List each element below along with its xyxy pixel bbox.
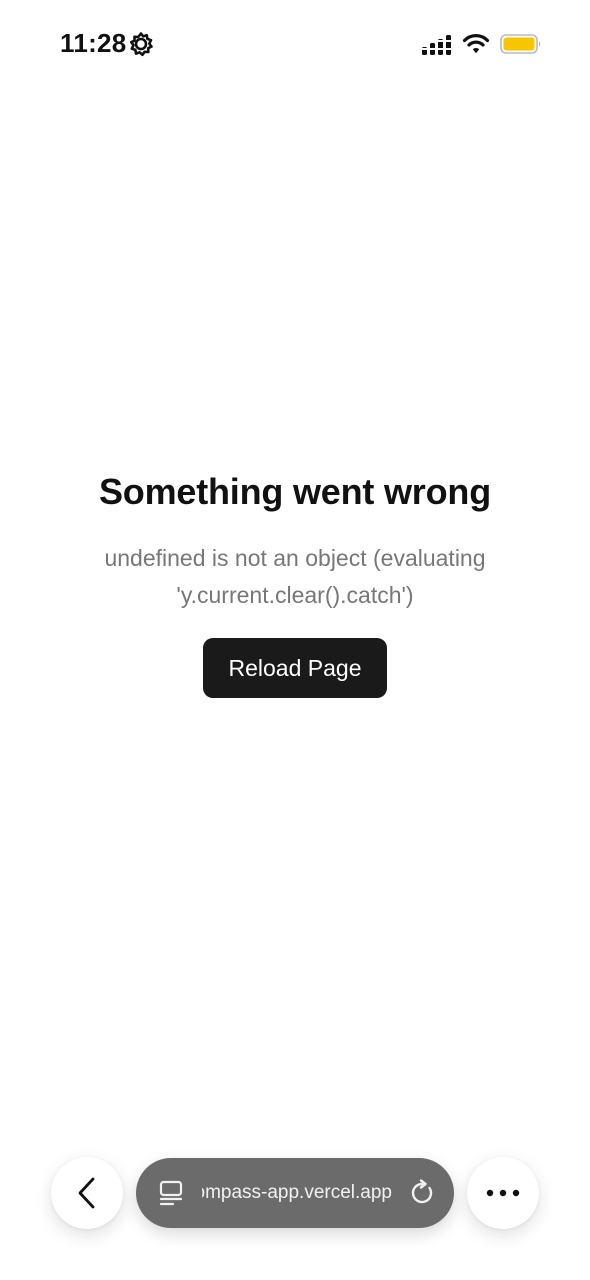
reload-icon[interactable] bbox=[408, 1179, 436, 1207]
screen: 11:28 Something went wrong undefined is … bbox=[0, 0, 590, 1280]
battery-icon bbox=[500, 34, 541, 54]
url-value: compass-app.vercel.app bbox=[202, 1182, 392, 1203]
more-button[interactable] bbox=[467, 1157, 539, 1229]
address-bar[interactable]: compass-app.vercel.app bbox=[136, 1158, 454, 1228]
gear-icon bbox=[130, 32, 153, 57]
error-message: undefined is not an object (evaluating '… bbox=[104, 545, 486, 608]
more-icon bbox=[486, 1189, 520, 1197]
tabs-icon[interactable] bbox=[158, 1180, 184, 1206]
error-panel: Something went wrong undefined is not an… bbox=[0, 470, 590, 698]
chevron-left-icon bbox=[78, 1177, 95, 1209]
back-button[interactable] bbox=[51, 1157, 123, 1229]
error-title: Something went wrong bbox=[99, 471, 491, 512]
url-text[interactable]: compass-app.vercel.app bbox=[202, 1158, 392, 1228]
wifi-icon bbox=[462, 34, 490, 54]
status-time: 11:28 bbox=[60, 28, 127, 58]
reload-page-button[interactable]: Reload Page bbox=[203, 638, 387, 698]
status-bar: 11:28 bbox=[0, 0, 590, 90]
signal-icon bbox=[422, 35, 452, 55]
